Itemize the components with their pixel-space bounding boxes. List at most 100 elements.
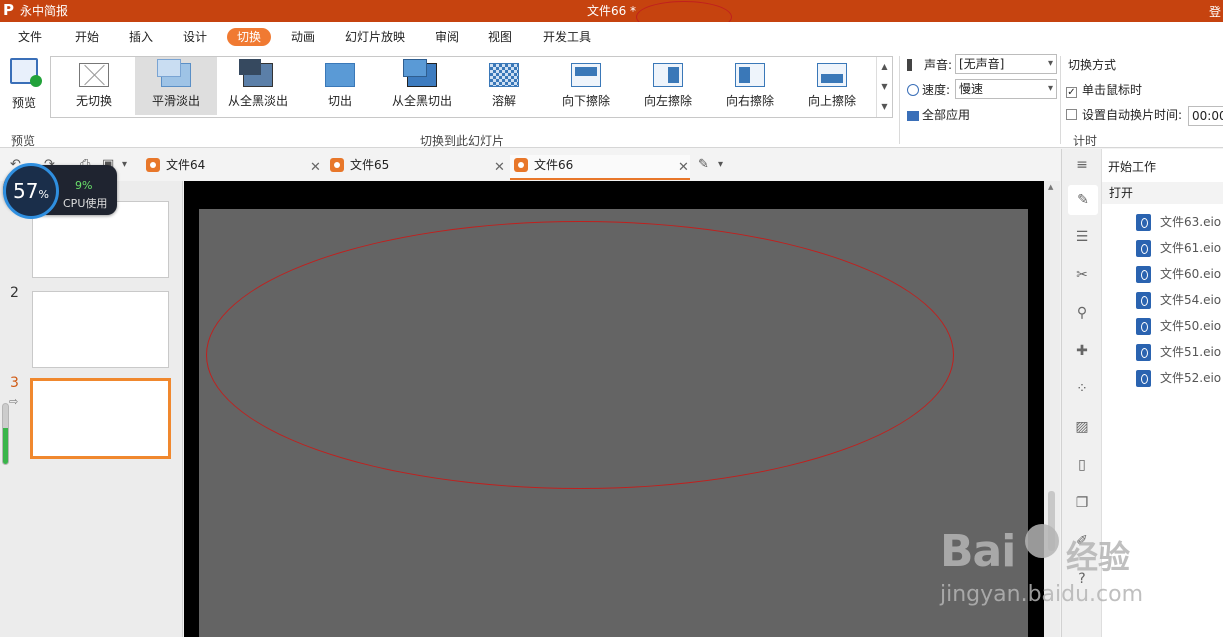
cpu-monitor-widget[interactable]: 57% 9% CPU使用 bbox=[3, 163, 117, 219]
transition-group-label: 切换到此幻灯片 bbox=[420, 134, 505, 148]
dissolve-icon bbox=[489, 63, 519, 87]
brush-icon[interactable]: ⚲ bbox=[1074, 305, 1090, 321]
tab-file65[interactable]: 文件65 ✕ bbox=[326, 155, 506, 180]
pane-handle-icon[interactable]: ≡ bbox=[1074, 157, 1090, 173]
settings-sliders-icon[interactable]: ☰ bbox=[1074, 229, 1090, 245]
grid-icon[interactable]: ⁘ bbox=[1074, 381, 1090, 397]
transition-wipe-left[interactable]: 向左擦除 bbox=[627, 57, 709, 115]
tab-menu-icon[interactable]: ▾ bbox=[718, 157, 723, 173]
menu-home[interactable]: 开始 bbox=[65, 28, 109, 46]
slide-number: 2 bbox=[10, 285, 19, 301]
eio-file-icon bbox=[1136, 292, 1151, 309]
customize-icon[interactable]: ▾ bbox=[122, 157, 127, 173]
ribbon-divider bbox=[1060, 56, 1061, 144]
on-click-checkbox[interactable]: ✓ bbox=[1066, 87, 1077, 98]
slide-canvas[interactable] bbox=[199, 209, 1028, 637]
auto-advance-option[interactable]: 设置自动换片时间: bbox=[1066, 108, 1182, 122]
shape-icon[interactable]: ✚ bbox=[1074, 343, 1090, 359]
transition-label: 向下擦除 bbox=[561, 94, 610, 108]
transition-wipe-up[interactable]: 向上擦除 bbox=[791, 57, 873, 115]
transition-label: 溶解 bbox=[491, 94, 516, 108]
menu-animations[interactable]: 动画 bbox=[281, 28, 325, 46]
transition-label: 向上擦除 bbox=[807, 94, 856, 108]
tools-icon[interactable]: ✂ bbox=[1074, 267, 1090, 283]
slide-thumbnail-2[interactable] bbox=[32, 291, 169, 368]
eio-file-icon bbox=[1136, 318, 1151, 335]
copy-icon[interactable]: ❐ bbox=[1074, 495, 1090, 511]
transition-smooth-fade[interactable]: 平滑淡出 bbox=[135, 57, 217, 115]
recent-file[interactable]: 文件50.eio bbox=[1136, 317, 1221, 335]
transition-fade-black[interactable]: 从全黑淡出 bbox=[217, 57, 299, 115]
title-bar: P 永中简报 文件66 * 登 bbox=[0, 0, 1223, 22]
slide-thumbnail-3[interactable] bbox=[30, 378, 171, 459]
on-click-option[interactable]: ✓ 单击鼠标时 bbox=[1066, 83, 1142, 98]
presentation-file-icon bbox=[146, 158, 160, 172]
transition-wipe-right[interactable]: 向右擦除 bbox=[709, 57, 791, 115]
apply-all-icon bbox=[907, 111, 919, 121]
eio-file-icon bbox=[1136, 370, 1151, 387]
speed-label: 速度: bbox=[907, 83, 950, 97]
recent-file[interactable]: 文件52.eio bbox=[1136, 369, 1221, 387]
watermark-suffix: 经验 bbox=[1066, 538, 1131, 576]
presentation-file-icon bbox=[330, 158, 344, 172]
menu-design[interactable]: 设计 bbox=[173, 28, 217, 46]
menu-insert[interactable]: 插入 bbox=[119, 28, 163, 46]
apply-all-label: 全部应用 bbox=[922, 108, 971, 122]
new-tab-icon[interactable]: ✎ bbox=[698, 157, 709, 173]
menu-slideshow[interactable]: 幻灯片放映 bbox=[335, 28, 415, 46]
apply-all-button[interactable]: 全部应用 bbox=[907, 108, 970, 122]
login-link[interactable]: 登 bbox=[1209, 3, 1221, 20]
transition-none[interactable]: 无切换 bbox=[53, 57, 135, 115]
transition-cut[interactable]: 切出 bbox=[299, 57, 381, 115]
transition-label: 从全黑淡出 bbox=[227, 94, 288, 108]
wipe-left-icon bbox=[653, 63, 683, 87]
picture-icon[interactable]: ▨ bbox=[1074, 419, 1090, 435]
auto-advance-time-input[interactable]: 00:00 bbox=[1188, 106, 1223, 126]
transition-dissolve[interactable]: 溶解 bbox=[463, 57, 545, 115]
transition-wipe-down[interactable]: 向下擦除 bbox=[545, 57, 627, 115]
preview-icon bbox=[10, 58, 42, 87]
transition-label: 从全黑切出 bbox=[391, 94, 452, 108]
speaker-icon bbox=[907, 59, 921, 71]
slide-thumbnail-pane: 2 3 ⇨ bbox=[0, 181, 183, 637]
recent-file[interactable]: 文件54.eio bbox=[1136, 291, 1221, 309]
clipboard-icon[interactable]: ▯ bbox=[1074, 457, 1090, 473]
cpu-value: 57 bbox=[13, 179, 39, 203]
clock-icon bbox=[907, 84, 919, 96]
no-transition-icon bbox=[79, 63, 109, 87]
gallery-more-icon[interactable]: ▼ bbox=[877, 97, 892, 117]
gallery-down-icon[interactable]: ▼ bbox=[877, 77, 892, 97]
menu-view[interactable]: 视图 bbox=[478, 28, 522, 46]
tab-file66[interactable]: 文件66 ✕ bbox=[510, 155, 690, 180]
tab-file64[interactable]: 文件64 ✕ bbox=[142, 155, 322, 180]
document-title: 文件66 * bbox=[586, 4, 637, 18]
transition-marker-icon: ⇨ bbox=[9, 395, 19, 408]
gallery-scrollbar[interactable]: ▲ ▼ ▼ bbox=[876, 57, 892, 117]
transition-cut-black[interactable]: 从全黑切出 bbox=[381, 57, 463, 115]
recent-file[interactable]: 文件51.eio bbox=[1136, 343, 1221, 361]
recent-file[interactable]: 文件60.eio bbox=[1136, 265, 1221, 283]
speed-select[interactable]: 慢速 bbox=[955, 79, 1057, 99]
menu-review[interactable]: 审阅 bbox=[425, 28, 469, 46]
cpu-usage-label: CPU使用 bbox=[63, 197, 108, 210]
tab-label: 文件64 bbox=[166, 158, 206, 172]
sound-select[interactable]: [无声音] bbox=[955, 54, 1057, 74]
sound-label-text: 声音: bbox=[924, 58, 953, 72]
wipe-down-icon bbox=[571, 63, 601, 87]
transition-label: 平滑淡出 bbox=[151, 94, 200, 108]
menu-developer[interactable]: 开发工具 bbox=[533, 28, 601, 46]
gallery-up-icon[interactable]: ▲ bbox=[877, 57, 892, 77]
recent-file-name: 文件60.eio bbox=[1160, 267, 1222, 281]
recent-file[interactable]: 文件63.eio bbox=[1136, 213, 1221, 231]
transition-label: 向右擦除 bbox=[725, 94, 774, 108]
menu-file[interactable]: 文件 bbox=[8, 28, 52, 46]
recent-file[interactable]: 文件61.eio bbox=[1136, 239, 1221, 257]
menu-transitions[interactable]: 切换 bbox=[227, 28, 272, 46]
pencil-icon[interactable]: ✎ bbox=[1068, 185, 1098, 215]
preview-button[interactable]: 预览 bbox=[4, 56, 44, 116]
auto-advance-checkbox[interactable] bbox=[1066, 109, 1077, 120]
tab-close-icon[interactable]: ✕ bbox=[678, 158, 689, 178]
cpu-unit: % bbox=[38, 188, 49, 201]
tab-close-icon[interactable]: ✕ bbox=[494, 158, 505, 178]
tab-close-icon[interactable]: ✕ bbox=[310, 158, 321, 178]
